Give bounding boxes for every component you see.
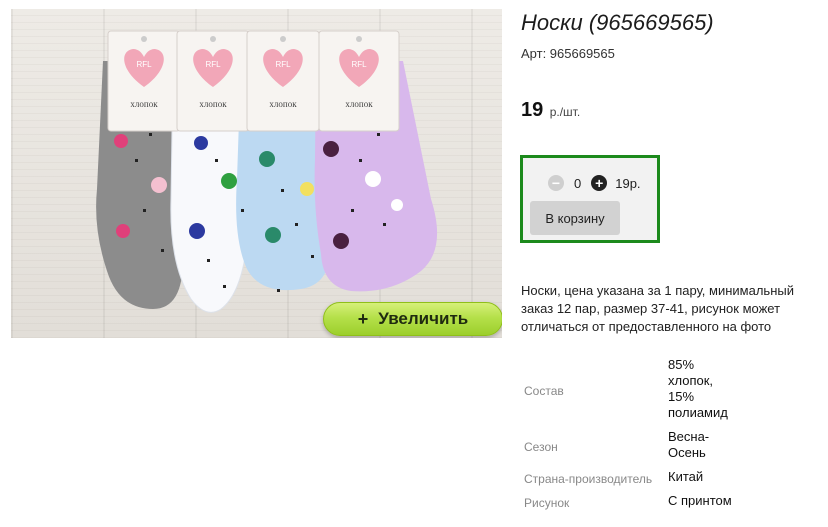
price-value: 19 [521,99,544,121]
minus-icon[interactable]: − [548,175,564,191]
spec-label: Состав [524,384,564,398]
zoom-button[interactable]: + Увеличить [323,302,502,336]
product-image[interactable]: RFL хлопок RFL хлопок RFL хлопок RFL хло… [11,9,502,338]
spec-label: Страна-производитель [524,472,653,486]
plus-circle-icon[interactable]: + [591,175,608,191]
svg-text:RFL: RFL [351,60,367,69]
svg-text:хлопок: хлопок [199,99,227,109]
product-description: Носки, цена указана за 1 пару, минимальн… [521,283,794,334]
spec-label: Рисунок [524,496,570,510]
zoom-button-label: Увеличить [378,309,469,328]
svg-text:RFL: RFL [136,60,152,69]
quantity-stepper: − 0 + 19р. [548,175,641,191]
socks-illustration: RFL хлопок RFL хлопок RFL хлопок RFL хло… [96,30,438,313]
quantity-value: 0 [574,175,582,191]
spec-row: Сезон Весна-Осень [521,427,740,467]
svg-text:RFL: RFL [275,60,291,69]
spec-value: Китай [668,469,704,484]
svg-text:хлопок: хлопок [345,99,373,109]
svg-text:хлопок: хлопок [269,99,297,109]
product-sku: Арт: 965669565 [521,46,615,61]
price-unit: р./шт. [549,105,581,119]
svg-text:RFL: RFL [205,60,221,69]
spec-value: 85% хлопок, 15% полиамид [668,357,728,420]
spec-row: Рисунок С принтом [521,491,740,515]
product-price: 19 р./шт. [521,99,580,122]
spec-value: Весна-Осень [668,429,710,460]
plus-icon: + [357,308,369,329]
product-title: Носки (965669565) [521,10,714,35]
spec-label: Сезон [524,440,558,454]
sock-tags: RFL хлопок RFL хлопок RFL хлопок RFL хло… [107,30,400,132]
specs-table: Состав 85% хлопок, 15% полиамид Сезон Ве… [521,355,740,515]
cart-sum: 19р. [615,175,641,191]
spec-row: Страна-производитель Китай [521,467,740,491]
spec-value: С принтом [668,493,732,508]
spec-row: Состав 85% хлопок, 15% полиамид [521,355,740,427]
cart-widget: − 0 + 19р. В корзину [520,155,660,243]
add-to-cart-button[interactable]: В корзину [530,201,620,235]
svg-text:хлопок: хлопок [130,99,158,109]
